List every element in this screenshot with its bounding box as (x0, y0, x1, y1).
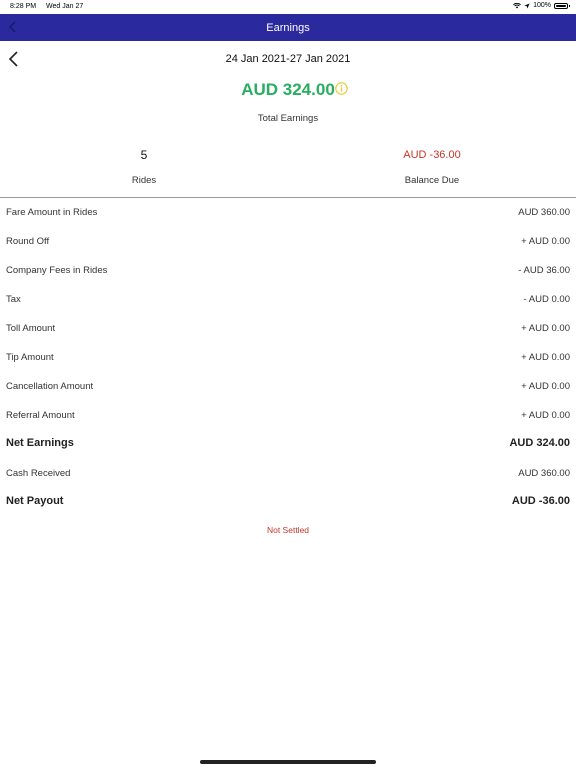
row-label: Cash Received (6, 468, 71, 479)
row-value: AUD -36.00 (511, 495, 570, 507)
rides-count: 5 (140, 148, 148, 162)
status-bar: 8:28 PM Wed Jan 27 100% (0, 0, 576, 14)
row-label: Tax (6, 294, 21, 305)
status-right: 100% (513, 2, 570, 9)
row-value: - AUD 36.00 (518, 265, 570, 276)
status-left: 8:28 PM Wed Jan 27 (10, 3, 91, 10)
home-indicator[interactable] (200, 760, 376, 764)
breakdown-row-cash-received: Cash Received AUD 360.00 (0, 459, 576, 488)
total-earnings-amount: AUD 324.00 (241, 80, 335, 99)
row-value: + AUD 0.00 (521, 381, 570, 392)
balance-due-amount: AUD -36.00 (403, 149, 461, 161)
total-earnings-label: Total Earnings (257, 113, 319, 124)
balance-due-label: Balance Due (404, 175, 460, 186)
nav-title: Earnings (266, 21, 310, 34)
row-label: Referral Amount (6, 410, 75, 421)
wifi-icon (513, 2, 522, 8)
row-label: Fare Amount in Rides (6, 207, 98, 218)
row-label: Net Earnings (6, 437, 74, 449)
date-range-row: 24 Jan 2021-27 Jan 2021 (0, 46, 576, 72)
info-circle-icon[interactable] (335, 82, 348, 95)
settlement-status: Not Settled (266, 525, 310, 535)
row-value: AUD 360.00 (518, 468, 570, 479)
row-value: - AUD 0.00 (523, 294, 570, 305)
row-label: Round Off (6, 236, 50, 247)
row-value: + AUD 0.00 (521, 236, 570, 247)
nav-back-chevron-icon[interactable] (6, 20, 20, 34)
breakdown-row-toll: Toll Amount + AUD 0.00 (0, 314, 576, 343)
back-chevron-icon[interactable] (6, 50, 22, 68)
location-arrow-icon (524, 3, 530, 8)
row-label: Company Fees in Rides (6, 265, 108, 276)
earnings-screen: 8:28 PM Wed Jan 27 100% Earnings 24 Jan … (0, 0, 576, 768)
breakdown-row-net-payout: Net Payout AUD -36.00 (0, 488, 576, 517)
row-label: Cancellation Amount (6, 381, 94, 392)
battery-icon (554, 2, 570, 9)
row-label: Tip Amount (6, 352, 54, 363)
rides-label: Rides (131, 175, 157, 186)
status-time: 8:28 PM (10, 3, 37, 10)
breakdown-row-tax: Tax - AUD 0.00 (0, 285, 576, 314)
nav-bar: Earnings (0, 14, 576, 41)
breakdown-row-cancellation: Cancellation Amount + AUD 0.00 (0, 372, 576, 401)
breakdown-row-fare: Fare Amount in Rides AUD 360.00 (0, 198, 576, 227)
breakdown-row-company-fees: Company Fees in Rides - AUD 36.00 (0, 256, 576, 285)
battery-percent: 100% (533, 2, 551, 9)
status-date: Wed Jan 27 (46, 3, 84, 10)
date-range: 24 Jan 2021-27 Jan 2021 (225, 53, 351, 65)
earnings-breakdown-list: Fare Amount in Rides AUD 360.00 Round Of… (0, 198, 576, 517)
row-value: AUD 324.00 (509, 437, 570, 449)
row-value: + AUD 0.00 (521, 352, 570, 363)
row-value: + AUD 0.00 (521, 410, 570, 421)
breakdown-row-round-off: Round Off + AUD 0.00 (0, 227, 576, 256)
row-label: Net Payout (6, 495, 64, 507)
breakdown-row-net-earnings: Net Earnings AUD 324.00 (0, 430, 576, 459)
row-label: Toll Amount (6, 323, 56, 334)
breakdown-row-referral: Referral Amount + AUD 0.00 (0, 401, 576, 430)
row-value: AUD 360.00 (518, 207, 570, 218)
row-value: + AUD 0.00 (521, 323, 570, 334)
breakdown-row-tip: Tip Amount + AUD 0.00 (0, 343, 576, 372)
